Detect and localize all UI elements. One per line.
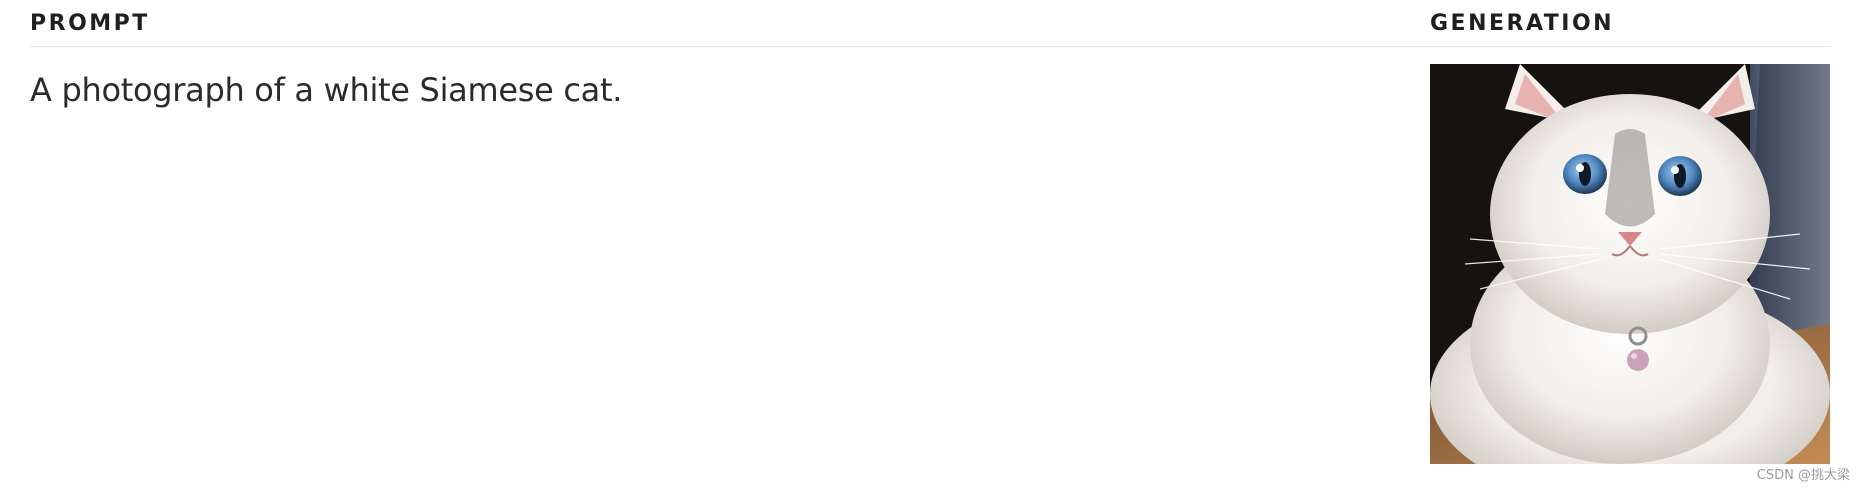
generated-cat-image (1430, 64, 1830, 464)
generation-column-header: GENERATION (1430, 11, 1615, 36)
prompt-column-header: PROMPT (30, 11, 150, 36)
watermark: CSDN @挑大梁 (1756, 468, 1850, 483)
prompt-text: A photograph of a white Siamese cat. (30, 71, 623, 109)
header-divider (30, 46, 1830, 47)
cat-illustration (1430, 64, 1830, 464)
